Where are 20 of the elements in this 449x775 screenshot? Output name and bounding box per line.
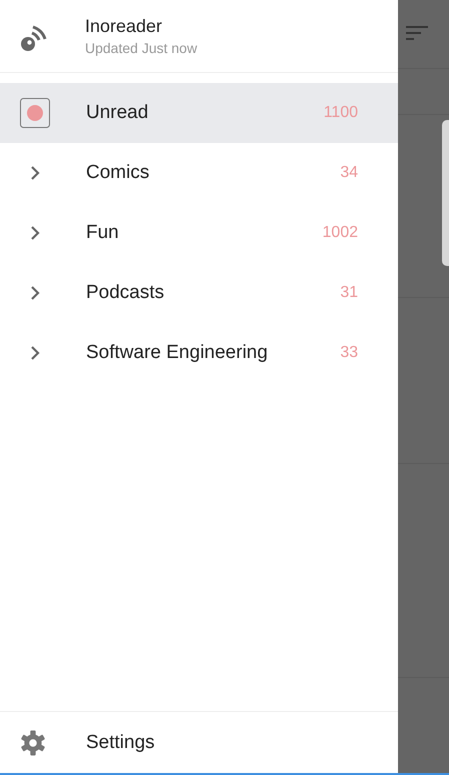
unread-icon [20,98,50,128]
unread-count: 34 [340,164,358,182]
unread-count: 1100 [324,104,358,122]
settings-item[interactable]: Settings [0,712,398,772]
settings-icon [20,730,46,756]
sort-icon[interactable] [406,26,428,40]
chevron-icon [30,285,41,301]
feed-item[interactable]: Unread 1100 [0,83,398,143]
app-title: Inoreader [85,16,164,37]
unread-count: 31 [340,284,358,302]
update-status: Updated Just now [85,40,198,56]
chevron-icon [30,225,41,241]
feed-item[interactable]: Software Engineering 33 [0,323,398,383]
feed-item[interactable]: Fun 1002 [0,203,398,263]
feed-item[interactable]: Comics 34 [0,143,398,203]
unread-count: 33 [340,344,358,362]
chevron-icon [30,345,41,361]
feed-item[interactable]: Podcasts 31 [0,263,398,323]
chevron-icon [30,165,41,181]
unread-count: 1002 [322,224,358,242]
